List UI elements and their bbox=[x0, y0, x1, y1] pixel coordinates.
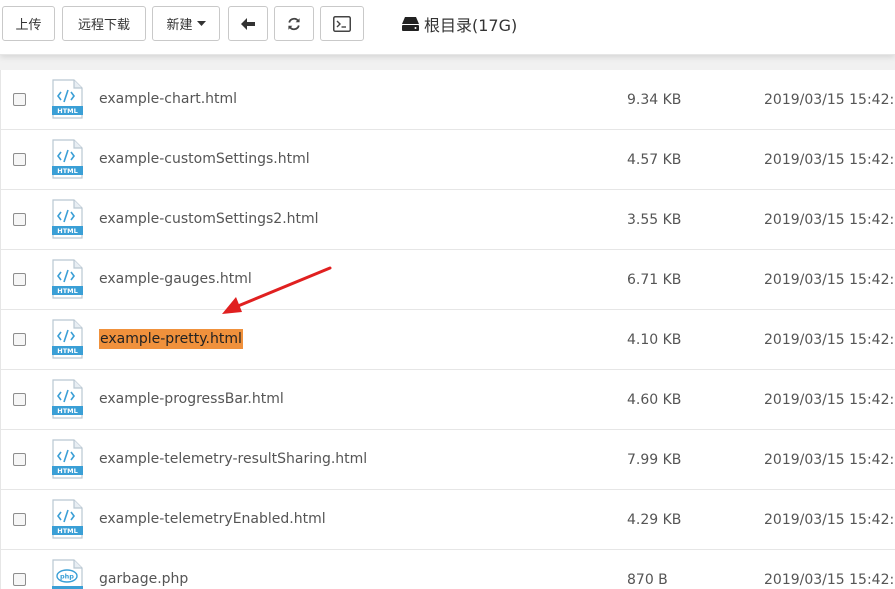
caret-down-icon bbox=[196, 20, 206, 26]
list-separator bbox=[0, 55, 895, 70]
svg-text:HTML: HTML bbox=[57, 527, 77, 535]
row-checkbox[interactable] bbox=[13, 573, 26, 586]
hard-drive-icon bbox=[402, 17, 419, 31]
row-checkbox[interactable] bbox=[13, 93, 26, 106]
row-checkbox[interactable] bbox=[13, 213, 26, 226]
refresh-button[interactable] bbox=[274, 6, 314, 41]
file-row[interactable]: HTML example-telemetry-resultSharing.htm… bbox=[1, 430, 895, 490]
file-size: 4.10 KB bbox=[627, 332, 682, 348]
arrow-left-icon bbox=[241, 17, 255, 30]
file-name[interactable]: example-customSettings2.html bbox=[99, 209, 319, 229]
html-file-icon: HTML bbox=[52, 319, 83, 359]
html-file-icon: HTML bbox=[52, 139, 83, 179]
svg-text:HTML: HTML bbox=[57, 287, 77, 295]
terminal-button[interactable] bbox=[320, 6, 364, 41]
upload-button[interactable]: 上传 bbox=[2, 6, 55, 41]
html-file-icon: HTML bbox=[52, 199, 83, 239]
file-row[interactable]: php garbage.php 870 B 2019/03/15 15:42:3 bbox=[1, 550, 895, 589]
svg-text:HTML: HTML bbox=[57, 407, 77, 415]
file-date: 2019/03/15 15:42:3 bbox=[764, 332, 895, 348]
file-date: 2019/03/15 15:42:3 bbox=[764, 272, 895, 288]
row-checkbox[interactable] bbox=[13, 153, 26, 166]
file-name[interactable]: example-telemetryEnabled.html bbox=[99, 509, 326, 529]
file-row[interactable]: HTML example-gauges.html 6.71 KB 2019/03… bbox=[1, 250, 895, 310]
php-file-icon: php bbox=[52, 559, 83, 589]
remote-download-label: 远程下载 bbox=[77, 18, 130, 33]
file-name[interactable]: example-progressBar.html bbox=[99, 389, 284, 409]
file-size: 870 B bbox=[627, 572, 668, 588]
file-size: 4.57 KB bbox=[627, 152, 682, 168]
file-date: 2019/03/15 15:42:3 bbox=[764, 92, 895, 108]
file-list: HTML example-chart.html 9.34 KB 2019/03/… bbox=[0, 70, 895, 589]
file-size: 9.34 KB bbox=[627, 92, 682, 108]
row-checkbox[interactable] bbox=[13, 393, 26, 406]
file-row[interactable]: HTML example-pretty.html 4.10 KB 2019/03… bbox=[1, 310, 895, 370]
file-size: 4.29 KB bbox=[627, 512, 682, 528]
file-size: 7.99 KB bbox=[627, 452, 682, 468]
svg-text:HTML: HTML bbox=[57, 227, 77, 235]
html-file-icon: HTML bbox=[52, 259, 83, 299]
new-label: 新建 bbox=[166, 18, 193, 33]
file-date: 2019/03/15 15:42:3 bbox=[764, 152, 895, 168]
file-name[interactable]: example-telemetry-resultSharing.html bbox=[99, 449, 367, 469]
file-date: 2019/03/15 15:42:3 bbox=[764, 512, 895, 528]
html-file-icon: HTML bbox=[52, 499, 83, 539]
row-checkbox[interactable] bbox=[13, 333, 26, 346]
svg-text:php: php bbox=[60, 573, 74, 581]
remote-download-button[interactable]: 远程下载 bbox=[62, 6, 146, 41]
drive-indicator[interactable]: 根目录(17G) bbox=[402, 13, 517, 35]
toolbar: 上传 远程下载 新建 根目录(17G) bbox=[0, 0, 895, 55]
svg-text:HTML: HTML bbox=[57, 107, 77, 115]
new-button[interactable]: 新建 bbox=[152, 6, 220, 41]
file-size: 3.55 KB bbox=[627, 212, 682, 228]
file-name[interactable]: example-gauges.html bbox=[99, 269, 252, 289]
row-checkbox[interactable] bbox=[13, 273, 26, 286]
file-name[interactable]: example-chart.html bbox=[99, 89, 237, 109]
refresh-icon bbox=[288, 17, 300, 30]
file-row[interactable]: HTML example-telemetryEnabled.html 4.29 … bbox=[1, 490, 895, 550]
file-row[interactable]: HTML example-customSettings.html 4.57 KB… bbox=[1, 130, 895, 190]
drive-label: 根目录(17G) bbox=[424, 16, 518, 35]
file-size: 4.60 KB bbox=[627, 392, 682, 408]
file-date: 2019/03/15 15:42:3 bbox=[764, 572, 895, 588]
file-size: 6.71 KB bbox=[627, 272, 682, 288]
terminal-icon bbox=[333, 15, 351, 32]
html-file-icon: HTML bbox=[52, 79, 83, 119]
file-name[interactable]: example-customSettings.html bbox=[99, 149, 310, 169]
file-date: 2019/03/15 15:42:3 bbox=[764, 452, 895, 468]
row-checkbox[interactable] bbox=[13, 453, 26, 466]
html-file-icon: HTML bbox=[52, 439, 83, 479]
file-row[interactable]: HTML example-progressBar.html 4.60 KB 20… bbox=[1, 370, 895, 430]
back-button[interactable] bbox=[228, 6, 268, 41]
svg-text:HTML: HTML bbox=[57, 347, 77, 355]
file-name-highlighted[interactable]: example-pretty.html bbox=[99, 329, 243, 349]
file-name[interactable]: garbage.php bbox=[99, 569, 188, 589]
file-date: 2019/03/15 15:42:3 bbox=[764, 212, 895, 228]
file-row[interactable]: HTML example-customSettings2.html 3.55 K… bbox=[1, 190, 895, 250]
row-checkbox[interactable] bbox=[13, 513, 26, 526]
file-date: 2019/03/15 15:42:3 bbox=[764, 392, 895, 408]
upload-label: 上传 bbox=[15, 18, 42, 33]
svg-text:HTML: HTML bbox=[57, 167, 77, 175]
file-row[interactable]: HTML example-chart.html 9.34 KB 2019/03/… bbox=[1, 70, 895, 130]
html-file-icon: HTML bbox=[52, 379, 83, 419]
svg-text:HTML: HTML bbox=[57, 467, 77, 475]
